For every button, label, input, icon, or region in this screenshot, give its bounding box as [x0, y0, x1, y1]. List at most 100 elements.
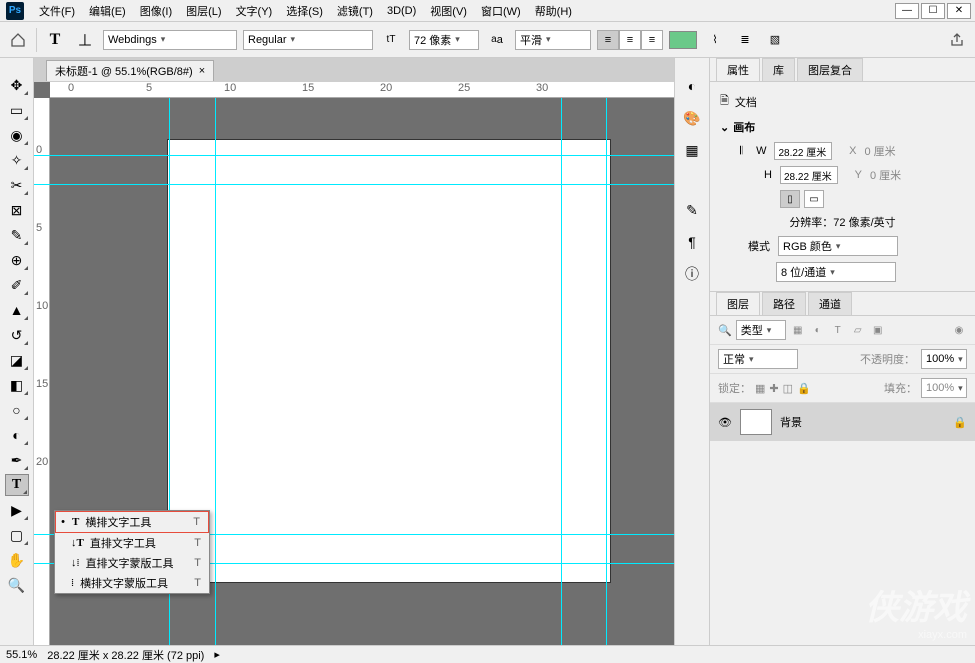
eyedropper-tool[interactable]: ✎ [5, 224, 29, 246]
filter-type-select[interactable]: 类型 [736, 320, 786, 340]
filter-type-icon[interactable]: T [830, 322, 846, 338]
bit-depth-select[interactable]: 8 位/通道 [776, 262, 896, 282]
menu-layer[interactable]: 图层(L) [179, 3, 228, 19]
lock-all-icon[interactable]: 🔒 [797, 382, 811, 395]
stamp-tool[interactable]: ▲ [5, 299, 29, 321]
paragraph-icon[interactable]: ¶ [682, 232, 702, 252]
move-tool[interactable]: ✥ [5, 74, 29, 96]
menu-help[interactable]: 帮助(H) [528, 3, 579, 19]
flyout-vertical-type[interactable]: ↓T直排文字工具T [55, 533, 209, 553]
lock-artboard-icon[interactable]: ◫ [783, 382, 793, 395]
tab-libraries[interactable]: 库 [762, 58, 795, 81]
visibility-icon[interactable]: 👁 [718, 416, 732, 429]
align-center-button[interactable]: ≡ [619, 30, 641, 50]
guide-horizontal[interactable] [34, 155, 674, 156]
align-right-button[interactable]: ≡ [641, 30, 663, 50]
height-input[interactable] [780, 166, 838, 184]
gradient-tool[interactable]: ◧ [5, 374, 29, 396]
tab-properties[interactable]: 属性 [716, 58, 760, 81]
tab-channels[interactable]: 通道 [808, 292, 852, 315]
status-arrow-icon[interactable]: ▸ [214, 648, 220, 661]
orientation-portrait[interactable]: ▯ [780, 190, 800, 208]
filter-shape-icon[interactable]: ▱ [850, 322, 866, 338]
anti-alias-select[interactable]: 平滑 [515, 30, 591, 50]
pen-tool[interactable]: ✒ [5, 449, 29, 471]
layer-thumbnail[interactable] [740, 409, 772, 435]
tab-layers[interactable]: 图层 [716, 292, 760, 315]
hand-tool[interactable]: ✋ [5, 549, 29, 571]
flyout-vertical-mask-type[interactable]: ↓⁞直排文字蒙版工具T [55, 553, 209, 573]
lasso-tool[interactable]: ◉ [5, 124, 29, 146]
align-left-button[interactable]: ≡ [597, 30, 619, 50]
crop-tool[interactable]: ✂ [5, 174, 29, 196]
color-mode-select[interactable]: RGB 颜色 [778, 236, 898, 256]
blur-tool[interactable]: ○ [5, 399, 29, 421]
filter-smart-icon[interactable]: ▣ [870, 322, 886, 338]
menu-type[interactable]: 文字(Y) [229, 3, 280, 19]
menu-file[interactable]: 文件(F) [32, 3, 82, 19]
text-color-swatch[interactable] [669, 31, 697, 49]
type-tool-icon[interactable]: T [43, 28, 67, 52]
marquee-tool[interactable]: ▭ [5, 99, 29, 121]
3d-icon[interactable]: ▧ [763, 28, 787, 52]
tab-paths[interactable]: 路径 [762, 292, 806, 315]
horizontal-ruler[interactable]: 0 5 10 15 20 25 30 [50, 82, 674, 98]
fill-input[interactable]: 100% [921, 378, 967, 398]
zoom-tool[interactable]: 🔍 [5, 574, 29, 596]
menu-edit[interactable]: 编辑(E) [82, 3, 133, 19]
filter-adjust-icon[interactable]: ◐ [810, 322, 826, 338]
home-icon[interactable] [6, 28, 30, 52]
maximize-button[interactable]: ☐ [921, 3, 945, 19]
magic-wand-tool[interactable]: ✧ [5, 149, 29, 171]
guide-horizontal[interactable] [34, 184, 674, 185]
font-size-select[interactable]: 72 像素 [409, 30, 479, 50]
orientation-landscape[interactable]: ▭ [804, 190, 824, 208]
menu-window[interactable]: 窗口(W) [474, 3, 528, 19]
menu-filter[interactable]: 滤镜(T) [330, 3, 380, 19]
dodge-tool[interactable]: ◐ [5, 424, 29, 446]
menu-view[interactable]: 视图(V) [423, 3, 474, 19]
share-icon[interactable] [945, 28, 969, 52]
path-select-tool[interactable]: ▶ [5, 499, 29, 521]
layer-item-background[interactable]: 👁 背景 🔒 [710, 403, 975, 441]
lock-pixels-icon[interactable]: ▦ [755, 382, 765, 395]
shape-tool[interactable]: ▢ [5, 524, 29, 546]
minimize-button[interactable]: — [895, 3, 919, 19]
frame-tool[interactable]: ⊠ [5, 199, 29, 221]
filter-pixel-icon[interactable]: ▦ [790, 322, 806, 338]
brush-tool[interactable]: ✐ [5, 274, 29, 296]
warp-text-icon[interactable]: ⌇ [703, 28, 727, 52]
menu-image[interactable]: 图像(I) [133, 3, 179, 19]
adjustments-icon[interactable]: ◐ [682, 76, 702, 96]
lock-position-icon[interactable]: ✚ [769, 382, 778, 395]
menu-3d[interactable]: 3D(D) [380, 5, 423, 17]
color-icon[interactable]: 🎨 [682, 108, 702, 128]
eraser-tool[interactable]: ◪ [5, 349, 29, 371]
blend-mode-select[interactable]: 正常 [718, 349, 798, 369]
flyout-horizontal-type[interactable]: •T横排文字工具T [55, 511, 209, 533]
document-tab[interactable]: 未标题-1 @ 55.1%(RGB/8#) × [46, 60, 214, 81]
layer-name[interactable]: 背景 [780, 414, 802, 430]
link-icon[interactable]: 𝄃 [740, 145, 742, 158]
flyout-horizontal-mask-type[interactable]: ⁞横排文字蒙版工具T [55, 573, 209, 593]
close-button[interactable]: ✕ [947, 3, 971, 19]
search-icon[interactable]: 🔍 [718, 324, 732, 337]
doc-dimensions[interactable]: 28.22 厘米 x 28.22 厘米 (72 ppi) [47, 647, 204, 663]
brushes-icon[interactable]: ✎ [682, 200, 702, 220]
font-family-select[interactable]: Webdings [103, 30, 237, 50]
swatches-icon[interactable]: ▦ [682, 140, 702, 160]
width-input[interactable] [774, 142, 832, 160]
font-style-select[interactable]: Regular [243, 30, 373, 50]
collapse-icon[interactable]: ⌄ [720, 121, 729, 134]
history-brush-tool[interactable]: ↺ [5, 324, 29, 346]
type-tool[interactable]: T [5, 474, 29, 496]
tab-layer-comp[interactable]: 图层复合 [797, 58, 863, 81]
artboard[interactable] [168, 140, 610, 582]
orientation-toggle-icon[interactable]: 丄 [73, 28, 97, 52]
menu-select[interactable]: 选择(S) [279, 3, 330, 19]
close-tab-icon[interactable]: × [199, 65, 205, 77]
zoom-level[interactable]: 55.1% [6, 649, 37, 661]
opacity-input[interactable]: 100% [921, 349, 967, 369]
char-panel-icon[interactable]: ≣ [733, 28, 757, 52]
info-icon[interactable]: ⓘ [682, 264, 702, 284]
